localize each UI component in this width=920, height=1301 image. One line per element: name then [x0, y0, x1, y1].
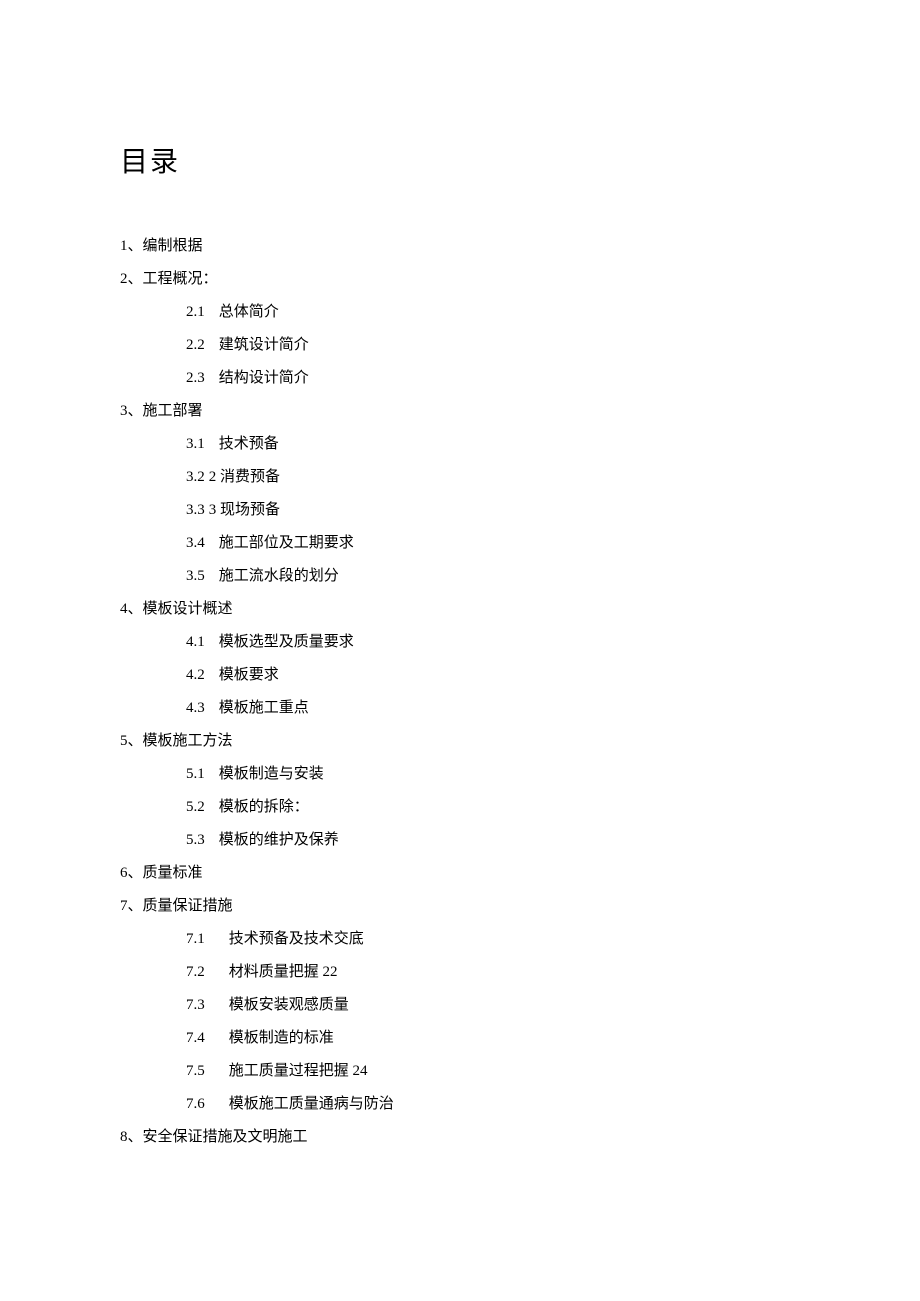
toc-entry-text: 施工质量过程把握 24 — [229, 1063, 368, 1079]
toc-entry-text: 技术预备及技术交底 — [229, 931, 364, 947]
toc-entry-text: 施工部署 — [143, 403, 203, 419]
toc-entry-text: 模板的维护及保养 — [219, 832, 339, 848]
toc-entry-text: 模板施工方法 — [143, 733, 233, 749]
toc-entry-number: 7、 — [120, 890, 143, 923]
toc-entry: 3.4 施工部位及工期要求 — [120, 527, 800, 560]
toc-entry-number: 5.2 — [186, 791, 205, 824]
toc-entry-number: 3、 — [120, 395, 143, 428]
toc-entry: 4、模板设计概述 — [120, 593, 800, 626]
toc-entry-number: 7.4 — [186, 1022, 205, 1055]
toc-entry-text: 质量标准 — [143, 865, 203, 881]
toc-entry-text: 模板施工重点 — [219, 700, 309, 716]
toc-entry-number: 5.1 — [186, 758, 205, 791]
toc-entry: 3.33 现场预备 — [120, 494, 800, 527]
toc-entry-number: 3.1 — [186, 428, 205, 461]
toc-entry-text: 模板要求 — [219, 667, 279, 683]
toc-entry-number: 7.5 — [186, 1055, 205, 1088]
toc-entry: 3.1 技术预备 — [120, 428, 800, 461]
toc-entry-number: 8、 — [120, 1121, 143, 1154]
toc-entry: 5.2 模板的拆除： — [120, 791, 800, 824]
toc-entry: 5、模板施工方法 — [120, 725, 800, 758]
toc-entry: 7.1 技术预备及技术交底 — [120, 923, 800, 956]
toc-entry: 6、质量标准 — [120, 857, 800, 890]
toc-entry: 3.5 施工流水段的划分 — [120, 560, 800, 593]
toc-entry-number: 2.2 — [186, 329, 205, 362]
toc-entry: 5.3 模板的维护及保养 — [120, 824, 800, 857]
toc-entry-number: 7.6 — [186, 1088, 205, 1121]
toc-entry-text: 模板选型及质量要求 — [219, 634, 354, 650]
toc-entry-text: 工程概况： — [143, 271, 218, 287]
toc-entry: 2.2 建筑设计简介 — [120, 329, 800, 362]
toc-entry-number: 7.1 — [186, 923, 205, 956]
toc-entry: 2、工程概况： — [120, 263, 800, 296]
toc-entry: 4.2 模板要求 — [120, 659, 800, 692]
toc-entry-text: 编制根据 — [143, 238, 203, 254]
toc-entry: 7、质量保证措施 — [120, 890, 800, 923]
toc-entry-text: 总体简介 — [219, 304, 279, 320]
toc-entry-number: 3.2 — [186, 461, 205, 494]
toc-entry-text: 模板的拆除： — [219, 799, 309, 815]
toc-entry: 7.2 材料质量把握 22 — [120, 956, 800, 989]
toc-entry: 2.1 总体简介 — [120, 296, 800, 329]
toc-entry-text: 施工部位及工期要求 — [219, 535, 354, 551]
toc-entry: 7.4 模板制造的标准 — [120, 1022, 800, 1055]
toc-entry-text: 模板安装观感质量 — [229, 997, 349, 1013]
toc-entry-text: 模板制造与安装 — [219, 766, 324, 782]
toc-entry-text: 安全保证措施及文明施工 — [143, 1129, 308, 1145]
toc-entry-text: 施工流水段的划分 — [219, 568, 339, 584]
toc-entry: 1、编制根据 — [120, 230, 800, 263]
toc-entry-number: 5、 — [120, 725, 143, 758]
toc-entry-text: 质量保证措施 — [143, 898, 233, 914]
toc-entry-number: 3.4 — [186, 527, 205, 560]
toc-entry-number: 6、 — [120, 857, 143, 890]
toc-entry-number: 4.1 — [186, 626, 205, 659]
toc-entry-number: 2.3 — [186, 362, 205, 395]
toc-entry-text: 3 现场预备 — [209, 502, 280, 518]
toc-entry-number: 1、 — [120, 230, 143, 263]
toc-entry-number: 3.5 — [186, 560, 205, 593]
toc-entry-number: 7.2 — [186, 956, 205, 989]
toc-entry-text: 模板施工质量通病与防治 — [229, 1096, 394, 1112]
toc-entry-text: 2 消费预备 — [209, 469, 280, 485]
toc-entry: 2.3 结构设计简介 — [120, 362, 800, 395]
toc-entry: 4.3 模板施工重点 — [120, 692, 800, 725]
toc-entry-number: 7.3 — [186, 989, 205, 1022]
toc-entry: 3.22 消费预备 — [120, 461, 800, 494]
toc-entry-number: 2.1 — [186, 296, 205, 329]
toc-entry: 8、安全保证措施及文明施工 — [120, 1121, 800, 1154]
toc-entry: 7.5 施工质量过程把握 24 — [120, 1055, 800, 1088]
table-of-contents: 1、编制根据2、工程概况：2.1总体简介2.2建筑设计简介2.3结构设计简介3、… — [120, 230, 800, 1154]
toc-entry: 5.1 模板制造与安装 — [120, 758, 800, 791]
toc-entry-text: 技术预备 — [219, 436, 279, 452]
toc-entry-text: 模板设计概述 — [143, 601, 233, 617]
toc-entry-number: 5.3 — [186, 824, 205, 857]
toc-entry: 7.3 模板安装观感质量 — [120, 989, 800, 1022]
toc-entry-number: 4.2 — [186, 659, 205, 692]
document-title: 目录 — [120, 140, 800, 180]
toc-entry-text: 结构设计简介 — [219, 370, 309, 386]
toc-entry-text: 材料质量把握 22 — [229, 964, 338, 980]
toc-entry-text: 建筑设计简介 — [219, 337, 309, 353]
toc-entry: 4.1 模板选型及质量要求 — [120, 626, 800, 659]
toc-entry-number: 3.3 — [186, 494, 205, 527]
toc-entry-number: 4、 — [120, 593, 143, 626]
toc-entry: 7.6 模板施工质量通病与防治 — [120, 1088, 800, 1121]
toc-entry: 3、施工部署 — [120, 395, 800, 428]
toc-entry-text: 模板制造的标准 — [229, 1030, 334, 1046]
toc-entry-number: 4.3 — [186, 692, 205, 725]
toc-entry-number: 2、 — [120, 263, 143, 296]
